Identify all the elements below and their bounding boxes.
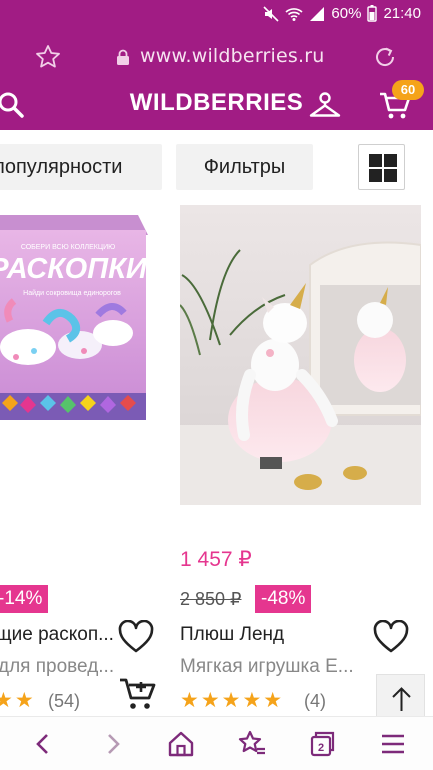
star-icon[interactable] (35, 44, 61, 75)
brand-logo[interactable]: WILDBERRIES (0, 89, 433, 117)
box-top-text: СОБЕРИ ВСЮ КОЛЛЕКЦИЮ (21, 244, 115, 251)
url-text[interactable]: www.wildberries.ru (140, 45, 324, 67)
sort-button[interactable]: популярности (0, 144, 162, 190)
catalog-controls: популярности Фильтры (0, 130, 433, 200)
product-price: 1 457 ₽ (180, 548, 252, 571)
battery-icon (367, 5, 378, 22)
product-image[interactable] (179, 205, 422, 505)
discount-badge: -14% (0, 585, 49, 613)
product-brand[interactable]: Плюш Ленд (180, 624, 350, 646)
browser-bottom-nav: 2 (0, 716, 433, 770)
menu-icon[interactable] (378, 729, 408, 759)
product-name[interactable]: для провед... (0, 656, 123, 678)
signal-icon (309, 6, 325, 22)
grid-view-toggle[interactable] (358, 144, 405, 190)
product-image[interactable]: СОБЕРИ ВСЮ КОЛЛЕКЦИЮ РАСКОПКИ Найди сокр… (0, 205, 164, 505)
grid-icon (384, 154, 397, 167)
rating-stars: ★★ (0, 689, 36, 712)
grid-icon (369, 154, 382, 167)
product-name[interactable]: Мягкая игрушка Е... (180, 656, 375, 678)
rating-stars: ★★★★★ (180, 689, 285, 712)
back-icon[interactable] (28, 729, 58, 759)
forward-icon[interactable] (98, 729, 128, 759)
reload-icon[interactable] (372, 44, 398, 75)
status-icons: 60% 21:40 (263, 5, 421, 22)
tabs-icon[interactable]: 2 (307, 729, 337, 759)
home-icon[interactable] (166, 729, 196, 759)
bookmarks-icon[interactable] (237, 729, 267, 759)
clock: 21:40 (383, 5, 421, 22)
review-count[interactable]: (4) (304, 691, 326, 712)
lock-icon (116, 49, 130, 71)
wifi-icon (285, 6, 303, 22)
browser-url-bar: www.wildberries.ru (0, 30, 433, 86)
tabs-count: 2 (318, 742, 324, 754)
box-title: РАСКОПКИ (0, 253, 148, 285)
add-to-cart-icon[interactable] (118, 676, 156, 717)
filter-button[interactable]: Фильтры (176, 144, 313, 190)
site-header: WILDBERRIES 60 (0, 80, 433, 130)
grid-icon (369, 169, 382, 182)
heart-icon[interactable] (373, 619, 409, 659)
discount-badge: -48% (255, 585, 312, 613)
box-subtitle: Найди сокровища единорогов (23, 289, 121, 297)
profile-icon[interactable] (308, 90, 342, 127)
battery-percent: 60% (331, 5, 362, 22)
product-brand[interactable]: щие раскоп... (0, 624, 114, 646)
heart-icon[interactable] (118, 619, 154, 659)
mute-icon (263, 5, 279, 22)
status-bar: 60% 21:40 (0, 0, 433, 30)
old-price: 2 850 ₽ (180, 589, 242, 609)
cart-count-badge: 60 (392, 80, 424, 100)
review-count[interactable]: (54) (48, 691, 80, 712)
grid-icon (384, 169, 397, 182)
